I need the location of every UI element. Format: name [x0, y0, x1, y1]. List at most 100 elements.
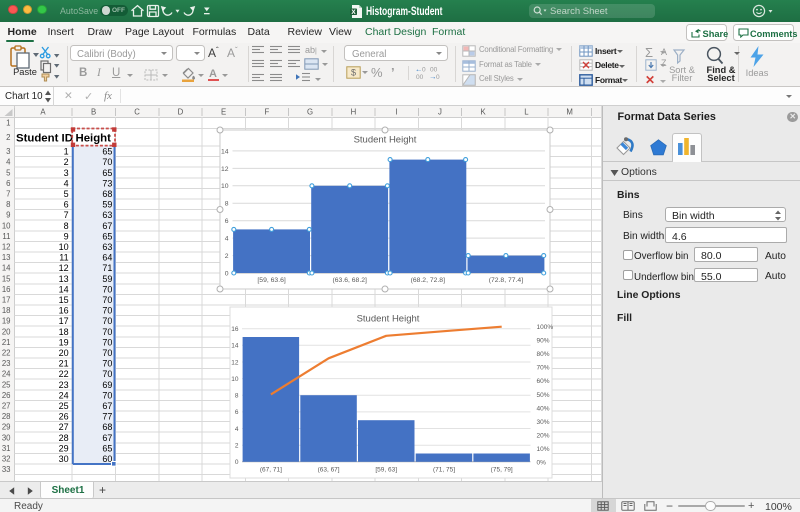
- svg-text:67: 67: [102, 221, 112, 231]
- svg-text:4: 4: [64, 178, 69, 188]
- svg-text:60%: 60%: [537, 378, 550, 385]
- svg-text:21: 21: [2, 338, 11, 347]
- svg-text:Student Height: Student Height: [354, 135, 417, 146]
- svg-text:0: 0: [436, 74, 440, 80]
- svg-text:70: 70: [102, 359, 112, 369]
- svg-text:G: G: [307, 107, 313, 116]
- svg-text:14: 14: [231, 343, 239, 350]
- svg-text:4: 4: [225, 236, 229, 243]
- svg-text:20%: 20%: [537, 432, 550, 439]
- svg-text:A: A: [661, 47, 667, 57]
- svg-text:17: 17: [59, 316, 69, 326]
- svg-text:33: 33: [2, 465, 11, 474]
- svg-text:71: 71: [102, 263, 112, 273]
- svg-text:13: 13: [2, 253, 11, 262]
- svg-text:2: 2: [6, 133, 10, 142]
- svg-text:14: 14: [59, 284, 69, 294]
- svg-text:10: 10: [59, 242, 69, 252]
- svg-text:M: M: [566, 107, 573, 116]
- svg-text:12: 12: [231, 359, 239, 366]
- svg-text:5: 5: [6, 168, 11, 177]
- svg-text:22: 22: [2, 349, 11, 358]
- svg-text:31: 31: [2, 444, 11, 453]
- svg-text:24: 24: [59, 390, 69, 400]
- svg-text:8: 8: [6, 200, 10, 209]
- svg-text:11: 11: [2, 232, 10, 241]
- svg-text:70: 70: [102, 327, 112, 337]
- svg-text:L: L: [524, 107, 529, 116]
- svg-text:[59, 63.6]: [59, 63.6]: [257, 277, 285, 284]
- svg-text:I: I: [396, 107, 398, 116]
- svg-text:10: 10: [2, 221, 11, 230]
- svg-text:B: B: [91, 107, 96, 116]
- svg-text:9: 9: [6, 211, 10, 220]
- svg-text:24: 24: [2, 370, 11, 379]
- svg-text:29: 29: [59, 443, 69, 453]
- svg-text:12: 12: [59, 263, 69, 273]
- svg-text:0: 0: [235, 459, 239, 466]
- svg-text:1: 1: [64, 147, 69, 157]
- svg-text:60: 60: [102, 454, 112, 464]
- svg-text:14: 14: [221, 148, 229, 155]
- svg-text:70: 70: [102, 157, 112, 167]
- svg-text:(72.8, 77.4]: (72.8, 77.4]: [489, 277, 523, 284]
- svg-text:70: 70: [102, 284, 112, 294]
- svg-text:16: 16: [2, 285, 11, 294]
- svg-text:8: 8: [235, 393, 239, 400]
- svg-text:25: 25: [2, 380, 11, 389]
- svg-text:(75, 79]: (75, 79]: [491, 467, 513, 474]
- svg-text:3: 3: [64, 168, 69, 178]
- svg-text:A: A: [40, 107, 46, 116]
- svg-text:40%: 40%: [537, 405, 550, 412]
- svg-text:Height: Height: [76, 133, 112, 145]
- svg-text:X: X: [351, 8, 356, 15]
- svg-text:11: 11: [59, 253, 68, 263]
- svg-text:10: 10: [221, 183, 229, 190]
- svg-text:18: 18: [2, 306, 11, 315]
- svg-text:73: 73: [102, 178, 112, 188]
- svg-text:17: 17: [2, 296, 11, 305]
- svg-text:29: 29: [2, 423, 11, 432]
- svg-text:65: 65: [102, 443, 112, 453]
- svg-text:6: 6: [235, 409, 239, 416]
- svg-text:J: J: [438, 107, 442, 116]
- svg-text:K: K: [480, 107, 486, 116]
- svg-text:68: 68: [102, 422, 112, 432]
- svg-text:12: 12: [221, 166, 229, 173]
- svg-text:15: 15: [59, 295, 69, 305]
- svg-text:6: 6: [6, 179, 10, 188]
- svg-text:(68.2, 72.8]: (68.2, 72.8]: [411, 277, 445, 284]
- svg-text:30%: 30%: [537, 419, 550, 426]
- svg-text:6: 6: [225, 218, 229, 225]
- svg-text:25: 25: [59, 401, 69, 411]
- svg-text:2: 2: [235, 443, 239, 450]
- svg-text:15: 15: [2, 274, 11, 283]
- svg-text:(67, 71]: (67, 71]: [260, 467, 282, 474]
- svg-text:22: 22: [59, 369, 69, 379]
- svg-text:23: 23: [59, 380, 69, 390]
- svg-text:70: 70: [102, 348, 112, 358]
- svg-text:8: 8: [225, 201, 229, 208]
- svg-text:19: 19: [59, 337, 69, 347]
- svg-text:9: 9: [64, 231, 69, 241]
- svg-text:64: 64: [102, 253, 112, 263]
- svg-text:80%: 80%: [537, 351, 550, 358]
- svg-text:27: 27: [59, 422, 69, 432]
- svg-text:2: 2: [64, 157, 69, 167]
- svg-text:50%: 50%: [537, 392, 550, 399]
- svg-text:19: 19: [2, 317, 11, 326]
- svg-text:7: 7: [64, 210, 69, 220]
- svg-text:59: 59: [102, 200, 112, 210]
- svg-text:14: 14: [2, 264, 11, 273]
- svg-text:70: 70: [102, 337, 112, 347]
- svg-text:(63.6, 68.2]: (63.6, 68.2]: [333, 277, 367, 284]
- svg-text:18: 18: [59, 327, 69, 337]
- svg-text:0%: 0%: [537, 460, 547, 467]
- svg-text:70: 70: [102, 316, 112, 326]
- svg-text:E: E: [221, 107, 226, 116]
- svg-text:90%: 90%: [537, 338, 550, 345]
- svg-text:67: 67: [102, 401, 112, 411]
- svg-text:7: 7: [6, 190, 10, 199]
- svg-text:13: 13: [59, 274, 69, 284]
- svg-text:59: 59: [102, 274, 112, 284]
